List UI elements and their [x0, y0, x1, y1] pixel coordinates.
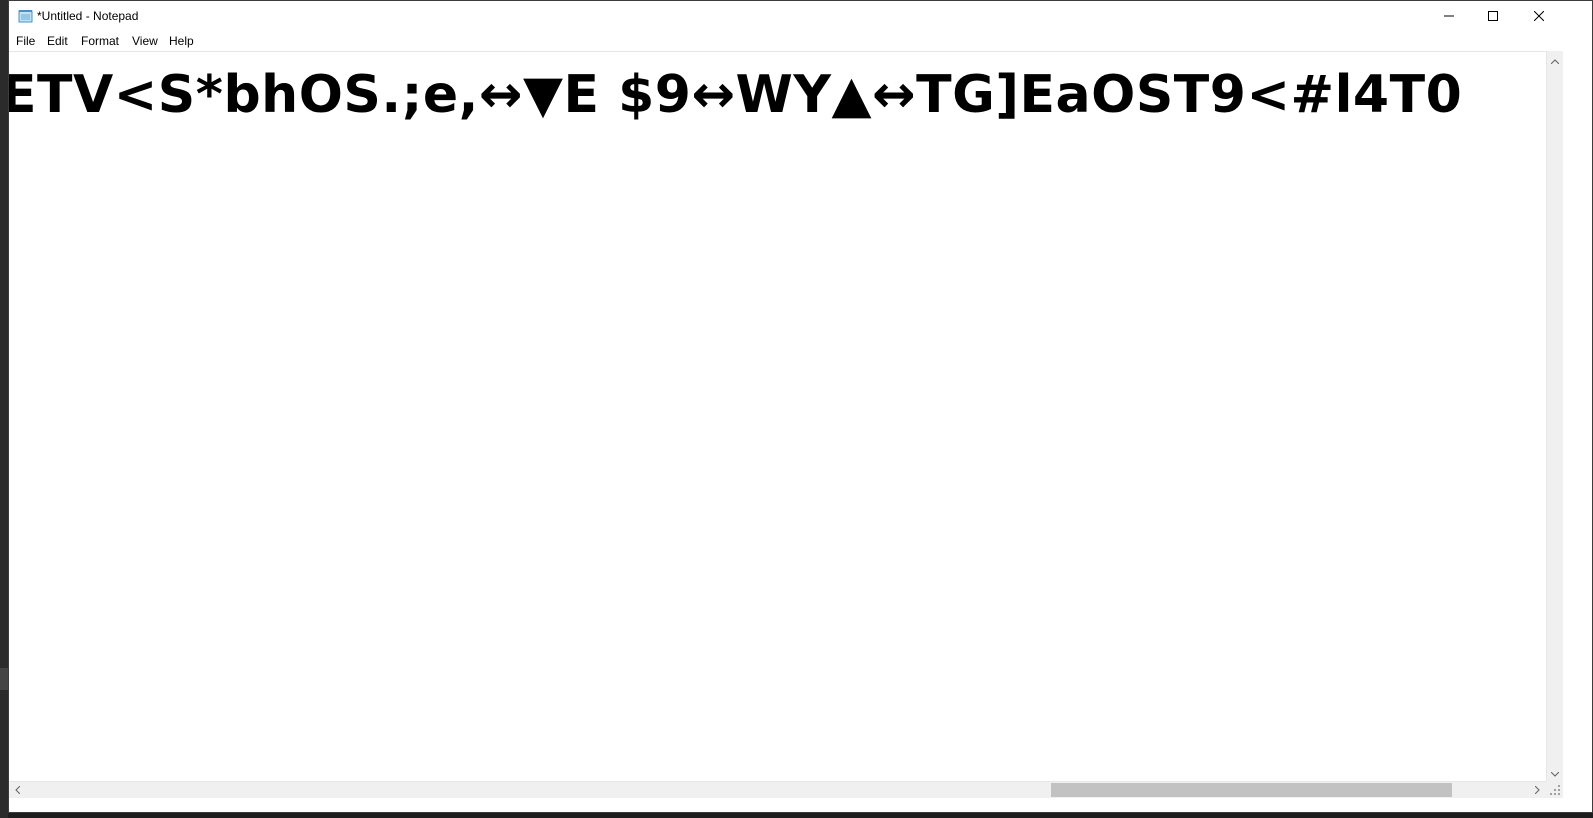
menu-bar: File Edit Format View Help [9, 32, 1592, 51]
vertical-scrollbar[interactable] [1546, 51, 1563, 781]
minimize-icon [1444, 8, 1454, 26]
window-bottom-edge [9, 798, 1592, 812]
menu-format[interactable]: Format [80, 34, 120, 48]
horizontal-scroll-thumb[interactable] [1051, 783, 1452, 797]
menu-file[interactable]: File [15, 34, 36, 48]
editor-text-content[interactable]: ETV<S*bhOS.;e,↔▼E $9↔WY▲↔TG]EaOST9<#l4T0 [9, 65, 1462, 125]
text-editor-area[interactable]: ETV<S*bhOS.;e,↔▼E $9↔WY▲↔TG]EaOST9<#l4T0 [9, 51, 1546, 782]
close-icon [1533, 8, 1545, 26]
scroll-right-button[interactable] [1529, 782, 1546, 798]
minimize-button[interactable] [1426, 1, 1472, 32]
scroll-up-button[interactable] [1547, 51, 1563, 68]
scroll-down-button[interactable] [1547, 764, 1563, 781]
notepad-icon [18, 9, 34, 23]
resize-grip[interactable] [1546, 781, 1563, 798]
resize-grip-icon [1550, 785, 1560, 795]
chevron-down-icon [1550, 764, 1560, 782]
maximize-button[interactable] [1470, 1, 1516, 32]
background-window-strip [0, 0, 8, 818]
horizontal-scrollbar[interactable] [9, 781, 1546, 798]
menu-view[interactable]: View [131, 34, 159, 48]
close-button[interactable] [1516, 1, 1562, 32]
title-bar[interactable]: *Untitled - Notepad [9, 1, 1592, 32]
chevron-left-icon [15, 781, 21, 799]
chevron-up-icon [1550, 51, 1560, 69]
maximize-icon [1488, 8, 1498, 26]
notepad-window: *Untitled - Notepad File Edit Format Vie… [8, 0, 1593, 813]
scroll-left-button[interactable] [9, 782, 26, 798]
menu-edit[interactable]: Edit [46, 34, 69, 48]
background-band [0, 668, 8, 690]
window-title: *Untitled - Notepad [37, 9, 139, 23]
chevron-right-icon [1534, 781, 1540, 799]
menu-help[interactable]: Help [168, 34, 195, 48]
